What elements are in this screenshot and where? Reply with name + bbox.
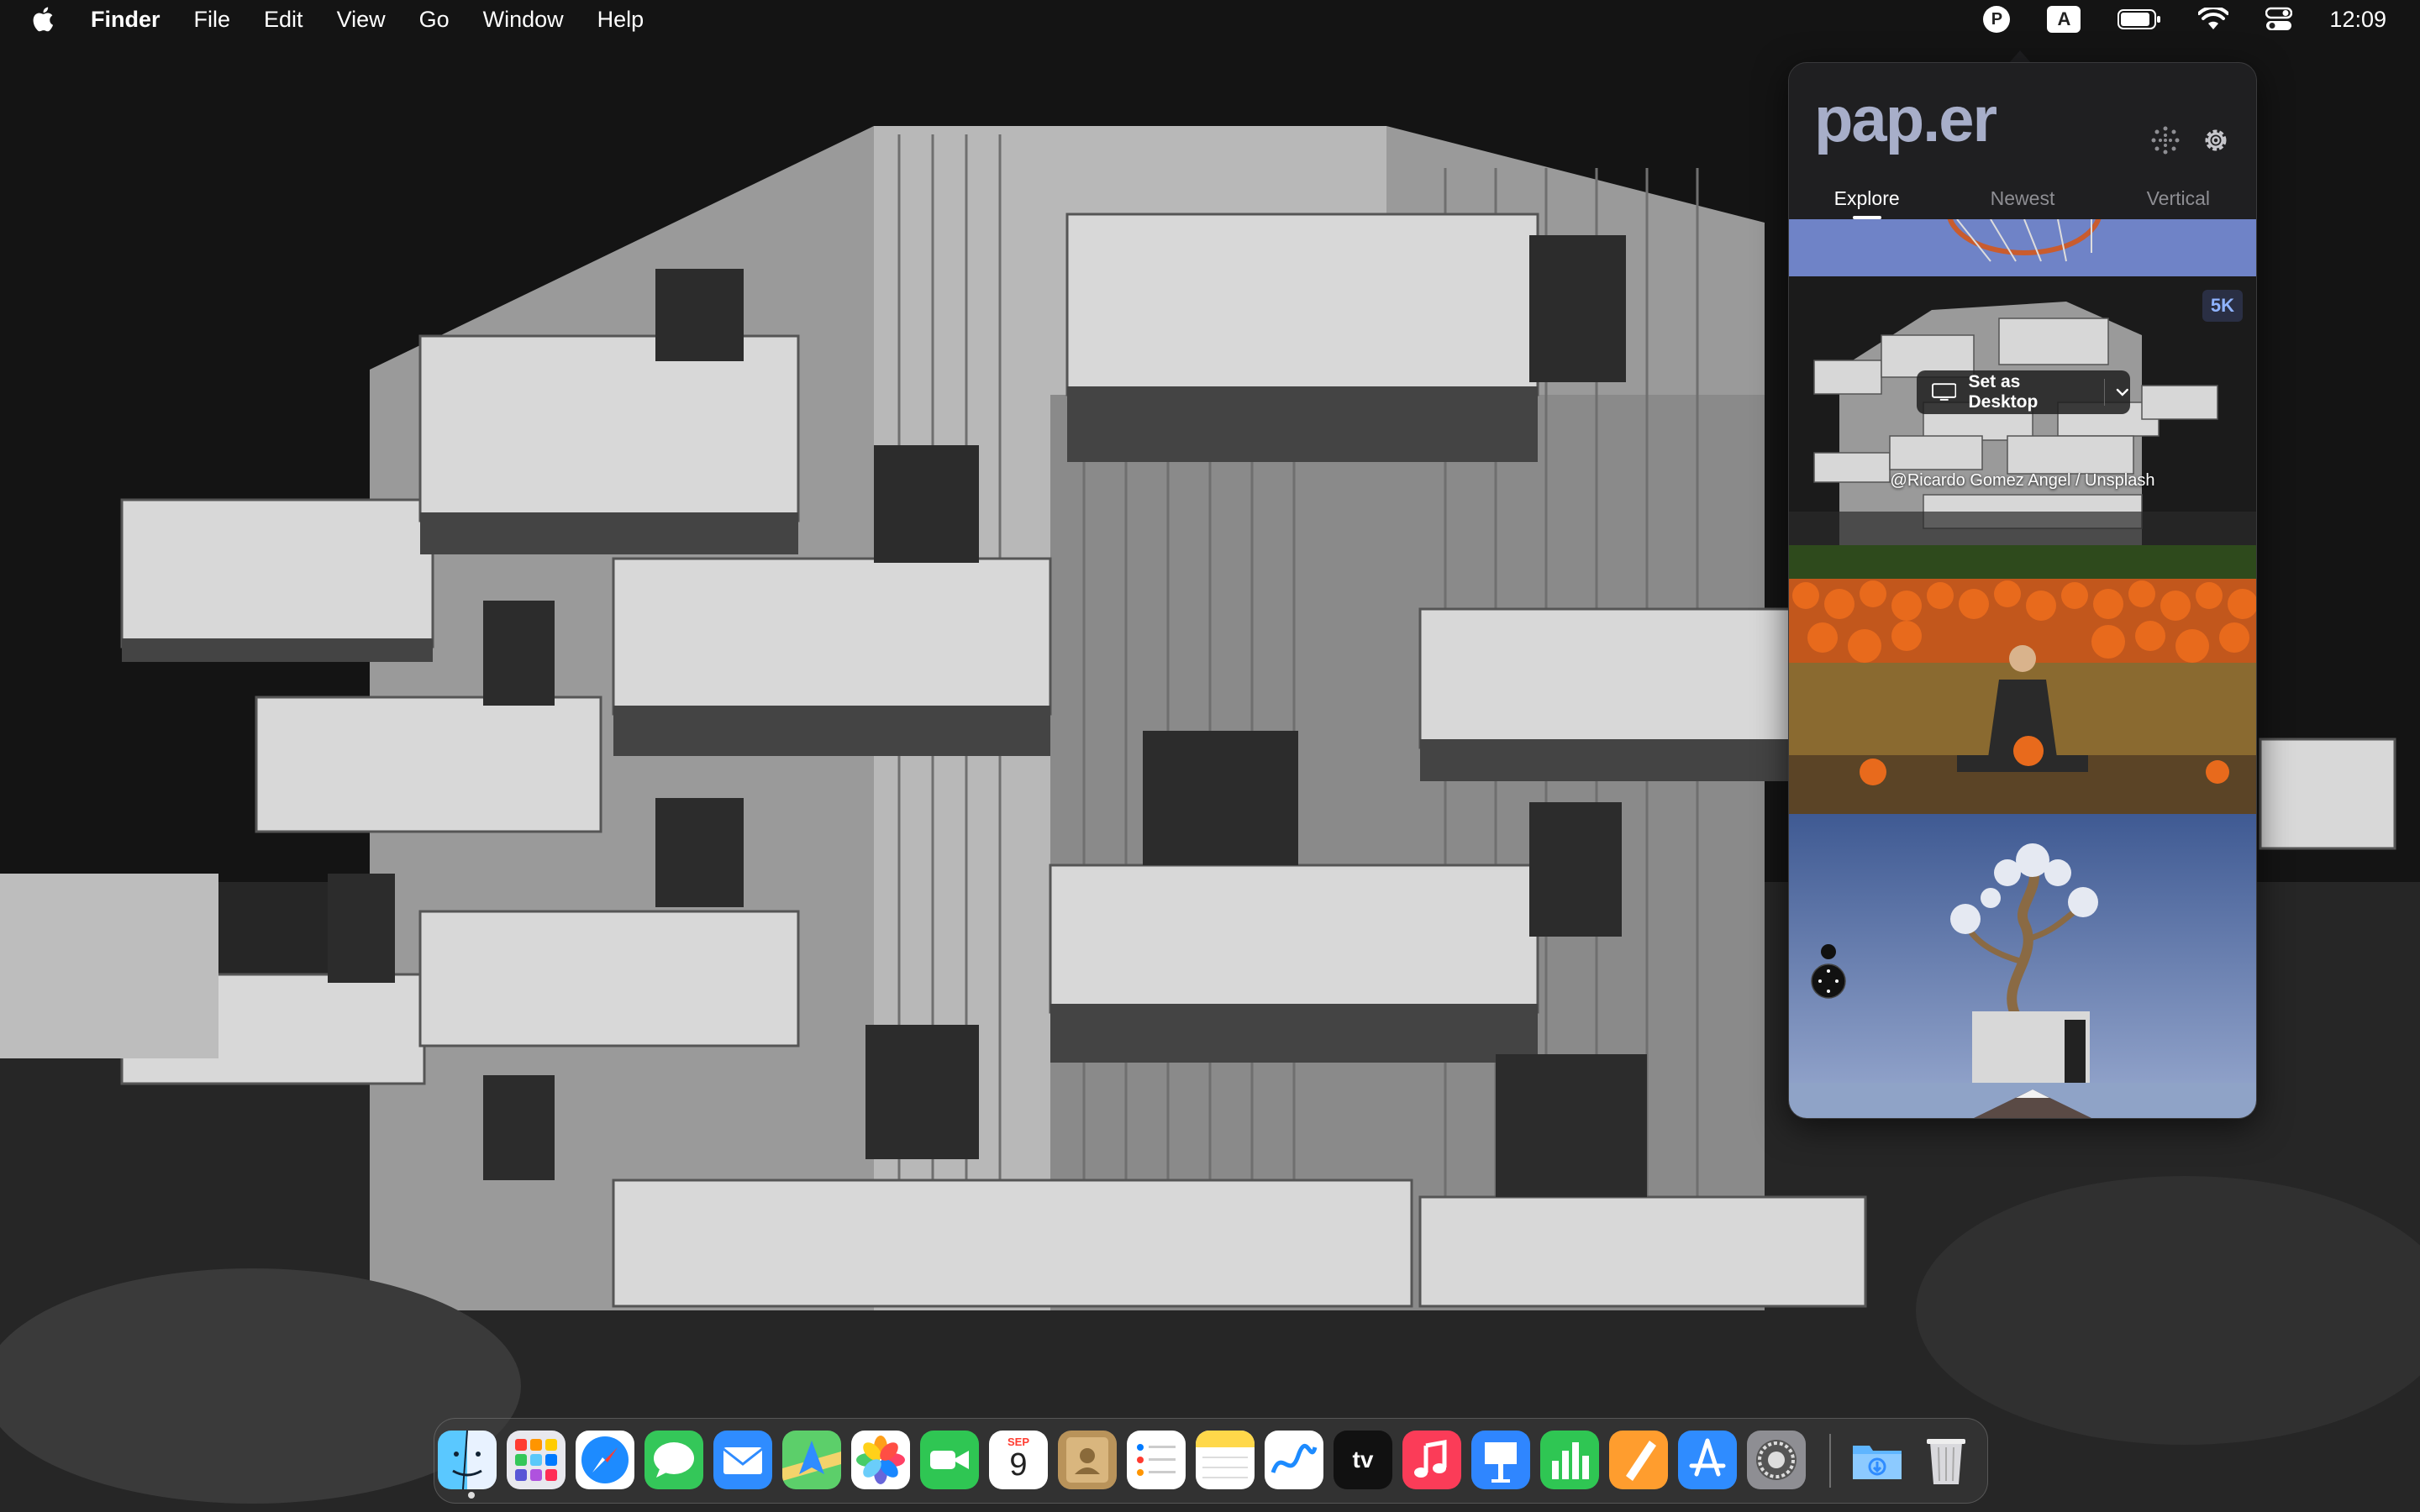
appletv-icon[interactable]: tv [1334, 1431, 1392, 1489]
monitor-icon [1932, 383, 1957, 401]
dock-separator [1829, 1434, 1831, 1488]
control-center-icon[interactable] [2265, 7, 2293, 32]
safari-icon[interactable] [576, 1431, 634, 1489]
dock: SEP 9 tv [434, 1418, 1988, 1504]
paper-tab-bar: Explore Newest Vertical [1789, 179, 2256, 223]
chevron-down-icon[interactable] [2115, 385, 2130, 400]
paper-status-icon[interactable]: P [1983, 6, 2011, 33]
wallpaper-thumbnail[interactable] [1789, 545, 2256, 814]
resolution-badge: 5K [2202, 290, 2243, 322]
input-source-icon[interactable]: A [2047, 6, 2081, 33]
system-settings-icon[interactable] [1747, 1431, 1806, 1489]
menu-window[interactable]: Window [466, 0, 581, 39]
calendar-month: SEP [1007, 1436, 1029, 1448]
trash-icon[interactable] [1917, 1431, 1975, 1489]
mail-icon[interactable] [713, 1431, 772, 1489]
gear-icon[interactable] [2199, 123, 2233, 157]
spinner-icon[interactable] [2149, 123, 2182, 157]
photos-icon[interactable] [851, 1431, 910, 1489]
menu-go[interactable]: Go [402, 0, 466, 39]
wallpaper-thumbnail[interactable] [1789, 1083, 2256, 1118]
photo-credit[interactable]: @Ricardo Gomez Angel / Unsplash [1789, 471, 2256, 491]
set-as-desktop-label: Set as Desktop [1968, 372, 2039, 412]
reminders-icon[interactable] [1127, 1431, 1186, 1489]
appletv-label: tv [1352, 1446, 1374, 1473]
tab-explore[interactable]: Explore [1789, 179, 1944, 223]
maps-icon[interactable] [782, 1431, 841, 1489]
finder-icon[interactable] [438, 1431, 497, 1489]
tab-newest[interactable]: Newest [1944, 179, 2100, 223]
battery-icon[interactable] [2118, 8, 2161, 30]
freeform-icon[interactable] [1265, 1431, 1323, 1489]
wallpaper-thumbnail[interactable] [1789, 814, 2256, 1083]
messages-icon[interactable] [644, 1431, 703, 1489]
button-divider [2104, 379, 2106, 406]
numbers-icon[interactable] [1540, 1431, 1599, 1489]
apple-menu-icon[interactable] [30, 5, 59, 34]
wallpaper-thumbnail[interactable] [1789, 219, 2256, 276]
appstore-icon[interactable] [1678, 1431, 1737, 1489]
music-icon[interactable] [1402, 1431, 1461, 1489]
keynote-icon[interactable] [1471, 1431, 1530, 1489]
wallpaper-feed[interactable]: 5K Set as Desktop @Ricardo Gomez Angel /… [1789, 219, 2256, 1118]
tab-vertical[interactable]: Vertical [2101, 179, 2256, 223]
finder-running-indicator [468, 1492, 475, 1499]
menu-edit[interactable]: Edit [247, 0, 320, 39]
paper-popover: pap.er Explore Newest Vertical 5K Set as… [1788, 62, 2257, 1119]
featured-wallpaper-thumbnail[interactable]: 5K Set as Desktop @Ricardo Gomez Angel /… [1789, 276, 2256, 545]
menu-bar-clock[interactable]: 12:09 [2329, 7, 2386, 33]
facetime-icon[interactable] [920, 1431, 979, 1489]
scroll-indicator-icon[interactable] [1801, 943, 1856, 999]
menu-file[interactable]: File [177, 0, 248, 39]
set-as-desktop-button[interactable]: Set as Desktop [1917, 370, 2130, 414]
launchpad-icon[interactable] [507, 1431, 566, 1489]
menu-app-name[interactable]: Finder [74, 0, 177, 39]
contacts-icon[interactable] [1058, 1431, 1117, 1489]
wifi-icon[interactable] [2198, 8, 2229, 31]
pages-icon[interactable] [1609, 1431, 1668, 1489]
calendar-day: 9 [1009, 1447, 1028, 1483]
menu-view[interactable]: View [320, 0, 402, 39]
menu-help[interactable]: Help [581, 0, 661, 39]
paper-logo: pap.er [1814, 84, 1997, 155]
menu-bar: Finder File Edit View Go Window Help P A… [0, 0, 2420, 39]
notes-icon[interactable] [1196, 1431, 1255, 1489]
downloads-folder-icon[interactable] [1848, 1431, 1907, 1489]
calendar-icon[interactable]: SEP 9 [989, 1431, 1048, 1489]
